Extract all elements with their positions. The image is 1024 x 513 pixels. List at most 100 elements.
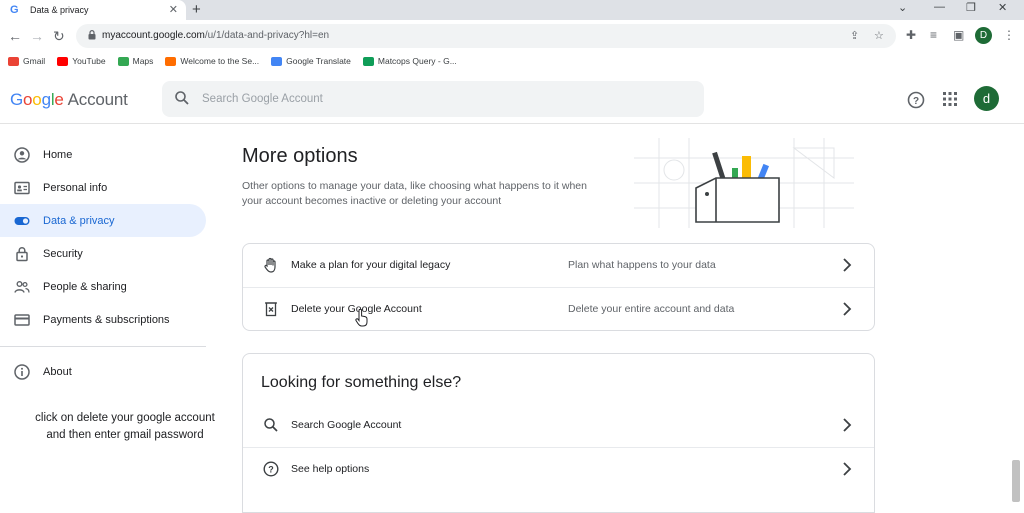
video-caption: click on delete your google account and … bbox=[10, 410, 240, 444]
account-header: GoogleAccount ? d bbox=[0, 72, 1024, 124]
bookmark-item[interactable]: YouTube bbox=[57, 56, 106, 66]
bookmark-label: Maps bbox=[132, 56, 154, 66]
option-label: Make a plan for your digital legacy bbox=[291, 259, 451, 271]
logo-letter: o bbox=[32, 90, 42, 109]
bookmark-item[interactable]: Google Translate bbox=[271, 56, 351, 66]
toolbox-illustration bbox=[634, 138, 854, 228]
bookmark-label: YouTube bbox=[72, 56, 106, 66]
logo-letter: g bbox=[41, 90, 51, 109]
logo-letter: o bbox=[23, 90, 33, 109]
back-icon[interactable]: ← bbox=[8, 28, 22, 44]
bookmark-item[interactable]: Welcome to the Se... bbox=[165, 56, 259, 66]
looking-for-something-else-card: Looking for something else? Search Googl… bbox=[242, 353, 875, 513]
account-avatar[interactable]: d bbox=[974, 86, 999, 111]
restore-icon[interactable]: ❐ bbox=[966, 1, 976, 14]
minimize-icon[interactable]: — bbox=[934, 1, 945, 13]
browser-tab[interactable]: G Data & privacy ✕ bbox=[0, 0, 186, 20]
logo-letter: G bbox=[10, 90, 24, 109]
sidebar-item-personal-info[interactable]: Personal info bbox=[0, 171, 206, 204]
bookmark-label: Google Translate bbox=[286, 56, 351, 66]
search-icon bbox=[175, 91, 189, 105]
card-icon bbox=[14, 313, 30, 326]
bookmark-item[interactable]: Matcops Query - G... bbox=[362, 56, 457, 66]
bookmark-favicon-icon bbox=[8, 56, 19, 66]
search-input[interactable] bbox=[202, 89, 682, 109]
chevron-right-icon bbox=[843, 258, 852, 272]
sidebar-item-security[interactable]: Security bbox=[0, 237, 206, 270]
address-bar[interactable]: myaccount.google.com/u/1/data-and-privac… bbox=[76, 24, 896, 48]
reload-icon[interactable]: ↻ bbox=[53, 28, 65, 45]
bookmarks-bar: Gmail YouTube Maps Welcome to the Se... Goog… bbox=[0, 52, 1024, 70]
url-text: myaccount.google.com/u/1/data-and-privac… bbox=[102, 30, 330, 41]
see-help-options-row[interactable]: ? See help options bbox=[243, 447, 874, 490]
chevron-right-icon bbox=[843, 462, 852, 476]
tab-close-icon[interactable]: ✕ bbox=[169, 3, 178, 16]
close-window-icon[interactable]: ✕ bbox=[998, 1, 1007, 14]
sidebar-item-label: Payments & subscriptions bbox=[43, 313, 170, 326]
sidebar-nav: Home Personal info Data & privacy Securi… bbox=[0, 138, 210, 388]
delete-account-row[interactable]: Delete your Google Account Delete your e… bbox=[243, 287, 874, 330]
bookmark-star-icon[interactable]: ☆ bbox=[874, 29, 884, 42]
share-icon[interactable]: ⇪ bbox=[850, 29, 859, 42]
sidebar-divider bbox=[0, 346, 206, 347]
logo-account-text: Account bbox=[67, 90, 128, 109]
svg-text:?: ? bbox=[913, 96, 919, 107]
google-account-logo[interactable]: Google Account bbox=[10, 90, 128, 110]
more-options-card: Make a plan for your digital legacy Plan… bbox=[242, 243, 875, 331]
search-google-account-row[interactable]: Search Google Account bbox=[243, 404, 874, 447]
sidebar-item-payments[interactable]: Payments & subscriptions bbox=[0, 303, 206, 336]
bookmark-label: Gmail bbox=[23, 56, 46, 66]
extensions-icon[interactable]: ✚ bbox=[906, 28, 916, 42]
home-icon bbox=[14, 146, 30, 163]
digital-legacy-row[interactable]: Make a plan for your digital legacy Plan… bbox=[243, 244, 874, 287]
page-title: More options bbox=[242, 145, 358, 167]
bookmark-favicon-icon bbox=[362, 56, 374, 66]
help-icon[interactable]: ? bbox=[907, 91, 925, 109]
google-logo-text: Google bbox=[10, 90, 64, 109]
sidebar-item-about[interactable]: About bbox=[0, 355, 206, 388]
bookmark-favicon-icon bbox=[165, 56, 177, 66]
sidebar-item-label: Personal info bbox=[43, 181, 108, 194]
option-detail: Plan what happens to your data bbox=[568, 259, 716, 271]
sidebar-item-home[interactable]: Home bbox=[0, 138, 206, 171]
apps-grid-icon[interactable] bbox=[943, 92, 957, 106]
bookmark-item[interactable]: Gmail bbox=[8, 56, 45, 66]
people-icon bbox=[14, 280, 30, 293]
sidebar-item-label: About bbox=[43, 365, 72, 378]
sidebar-item-label: Home bbox=[43, 148, 73, 161]
forward-icon[interactable]: → bbox=[30, 28, 44, 44]
google-favicon-icon: G bbox=[10, 4, 19, 16]
section-title: Looking for something else? bbox=[261, 374, 462, 391]
bookmark-label: Matcops Query - G... bbox=[377, 56, 457, 66]
toggle-icon bbox=[14, 216, 30, 225]
new-tab-button[interactable]: + bbox=[192, 1, 201, 18]
hand-icon bbox=[264, 257, 276, 273]
bookmark-favicon-icon bbox=[271, 56, 283, 66]
svg-text:?: ? bbox=[268, 465, 274, 475]
bookmark-label: Welcome to the Se... bbox=[180, 56, 260, 66]
sidebar-item-people-sharing[interactable]: People & sharing bbox=[0, 270, 206, 303]
logo-letter: e bbox=[54, 90, 64, 109]
trash-icon bbox=[265, 302, 277, 317]
browser-menu-icon[interactable]: ⋮ bbox=[1003, 28, 1015, 42]
search-bar[interactable] bbox=[162, 81, 704, 117]
lock-icon bbox=[88, 30, 96, 40]
sidebar-item-label: People & sharing bbox=[43, 280, 127, 293]
option-detail: Delete your entire account and data bbox=[568, 303, 735, 315]
reading-list-icon[interactable]: ≡ bbox=[930, 28, 937, 42]
sidebar-item-data-privacy[interactable]: Data & privacy bbox=[0, 204, 206, 237]
tab-search-icon[interactable]: ⌄ bbox=[898, 1, 907, 14]
bookmark-item[interactable]: Maps bbox=[117, 56, 154, 66]
help-icon: ? bbox=[263, 461, 279, 477]
hand-cursor-icon bbox=[355, 309, 368, 327]
tab-title: Data & privacy bbox=[30, 5, 89, 15]
address-bar-row: ← → ↻ myaccount.google.com/u/1/data-and-… bbox=[0, 20, 1024, 52]
browser-profile-avatar[interactable]: D bbox=[975, 27, 992, 44]
page-description: Other options to manage your data, like … bbox=[242, 180, 587, 207]
caption-line: click on delete your google account bbox=[35, 412, 215, 424]
option-label: Search Google Account bbox=[291, 419, 402, 431]
side-panel-icon[interactable]: ▣ bbox=[953, 28, 964, 42]
chevron-right-icon bbox=[843, 302, 852, 316]
id-card-icon bbox=[14, 181, 30, 194]
page-scrollbar[interactable] bbox=[1012, 460, 1020, 502]
